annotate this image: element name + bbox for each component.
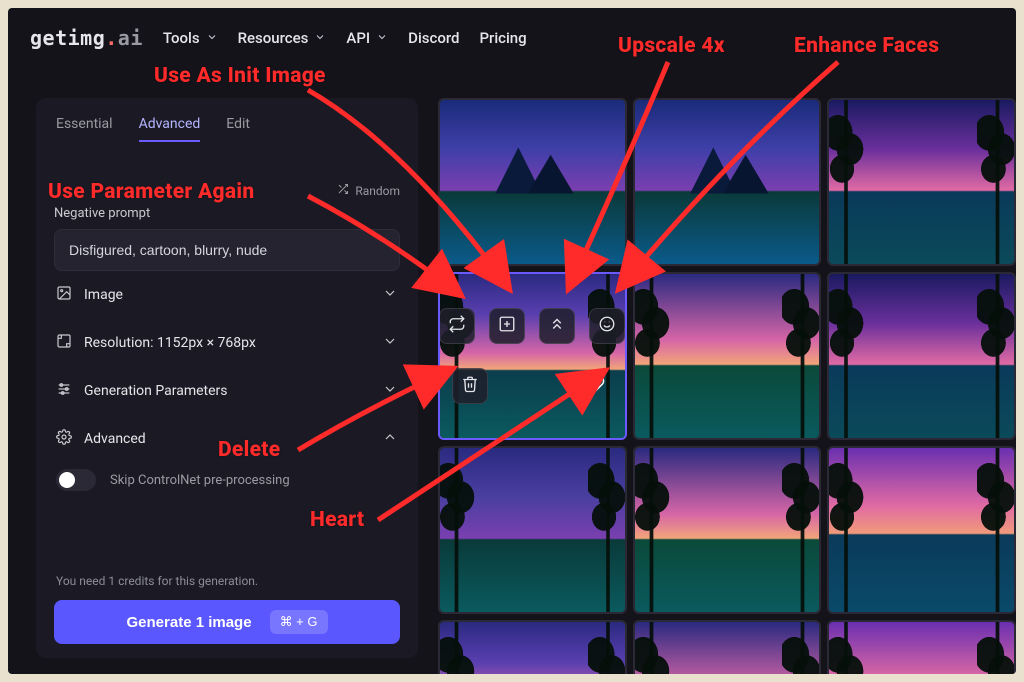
image-plus-icon [498, 315, 516, 337]
acc-gen-params[interactable]: Generation Parameters [54, 367, 400, 415]
nav-discord-label: Discord [408, 29, 459, 47]
chevron-down-icon [382, 333, 398, 353]
chevron-down-icon [314, 29, 326, 47]
skip-controlnet-toggle[interactable] [56, 469, 96, 491]
gallery [438, 98, 1016, 674]
top-nav: getimg.ai Tools Resources API Discord Pr… [8, 8, 1016, 68]
shuffle-icon [337, 183, 349, 198]
resolution-icon [56, 333, 72, 353]
chevrons-up-icon [548, 315, 566, 337]
thumbnail[interactable] [633, 446, 822, 614]
thumbnail[interactable] [633, 98, 822, 266]
tab-edit[interactable]: Edit [226, 116, 250, 142]
heart-icon [585, 374, 605, 398]
thumbnail-selected[interactable] [438, 272, 627, 440]
acc-advanced[interactable]: Advanced [54, 415, 400, 463]
thumbnail[interactable] [438, 98, 627, 266]
upscale-4x-button[interactable] [539, 308, 575, 344]
thumbnail-toolbar [440, 274, 625, 438]
gear-icon [56, 429, 72, 449]
repeat-icon [448, 315, 466, 337]
random-row[interactable]: Random [54, 183, 400, 198]
nav-discord[interactable]: Discord [408, 29, 459, 47]
nav-resources[interactable]: Resources [238, 29, 327, 47]
acc-resolution[interactable]: Resolution: 1152px × 768px [54, 319, 400, 367]
nav-api-label: API [346, 29, 370, 47]
thumbnail[interactable] [827, 98, 1016, 266]
tab-essential[interactable]: Essential [56, 116, 113, 142]
generate-button-label: Generate 1 image [127, 614, 252, 631]
negative-prompt-label: Negative prompt [54, 206, 400, 221]
acc-advanced-label: Advanced [84, 431, 146, 447]
use-as-init-image-button[interactable] [489, 308, 525, 344]
generate-button[interactable]: Generate 1 image ⌘ + G [54, 600, 400, 644]
thumbnail[interactable] [438, 446, 627, 614]
chevron-up-icon [382, 429, 398, 449]
use-parameter-again-button[interactable] [439, 308, 475, 344]
image-icon [56, 285, 72, 305]
acc-image[interactable]: Image [54, 271, 400, 319]
acc-resolution-label: Resolution: 1152px × 768px [84, 335, 256, 351]
tab-advanced[interactable]: Advanced [139, 116, 201, 142]
nav-tools[interactable]: Tools [163, 29, 218, 47]
logo[interactable]: getimg.ai [30, 26, 143, 50]
credits-note: You need 1 credits for this generation. [54, 566, 400, 600]
logo-suffix: ai [118, 26, 143, 50]
skip-controlnet-row: Skip ControlNet pre-processing [54, 463, 400, 501]
logo-name: getimg [30, 26, 105, 50]
thumbnail[interactable] [633, 272, 822, 440]
chevron-down-icon [382, 381, 398, 401]
random-label: Random [355, 184, 400, 198]
chevron-down-icon [382, 285, 398, 305]
thumbnail[interactable] [827, 620, 1016, 674]
chevron-down-icon [206, 29, 218, 47]
trash-icon [461, 375, 479, 397]
chevron-down-icon [376, 29, 388, 47]
acc-gen-params-label: Generation Parameters [84, 383, 228, 399]
thumbnail[interactable] [438, 620, 627, 674]
enhance-faces-button[interactable] [589, 308, 625, 344]
logo-dot: . [105, 26, 118, 50]
settings-panel: Essential Advanced Edit Random Negative … [36, 98, 418, 658]
thumbnail[interactable] [633, 620, 822, 674]
acc-image-label: Image [84, 287, 123, 303]
nav-tools-label: Tools [163, 29, 200, 47]
negative-prompt-input[interactable] [54, 229, 400, 271]
delete-button[interactable] [452, 368, 488, 404]
nav-api[interactable]: API [346, 29, 388, 47]
generate-shortcut: ⌘ + G [270, 610, 328, 634]
nav-resources-label: Resources [238, 29, 309, 47]
smile-icon [598, 315, 616, 337]
panel-tabs: Essential Advanced Edit [54, 110, 400, 153]
skip-controlnet-label: Skip ControlNet pre-processing [110, 473, 290, 488]
nav-pricing-label: Pricing [479, 29, 526, 47]
thumbnail[interactable] [827, 272, 1016, 440]
heart-button[interactable] [577, 368, 613, 404]
sliders-icon [56, 381, 72, 401]
nav-pricing[interactable]: Pricing [479, 29, 526, 47]
thumbnail[interactable] [827, 446, 1016, 614]
